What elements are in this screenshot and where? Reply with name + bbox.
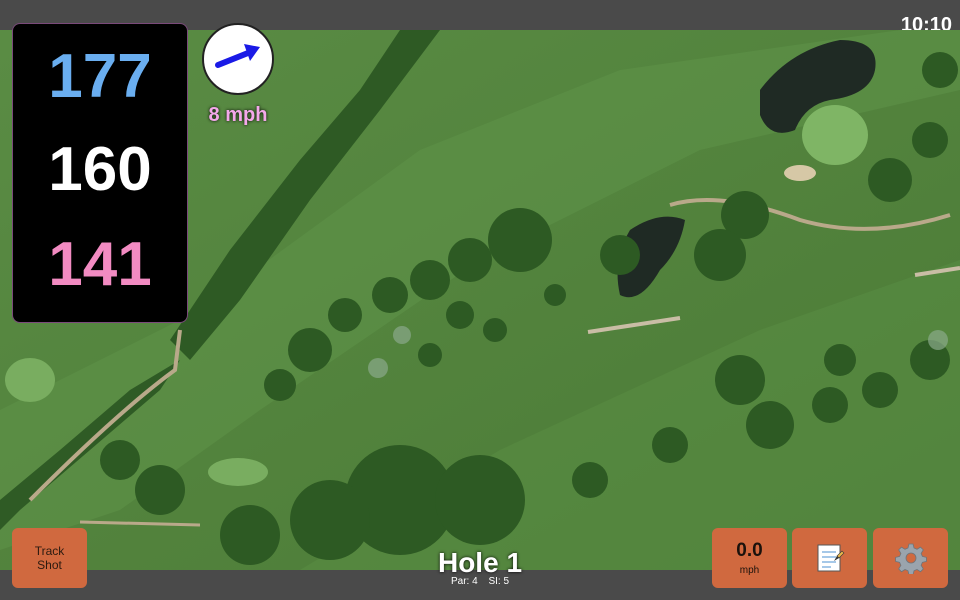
track-shot-label: Track Shot [34, 544, 65, 572]
wind-unit: mph [739, 564, 760, 576]
wind-speed-label: 8 mph [208, 104, 268, 126]
hole-info: Hole 1 Par: 4 SI: 5 [380, 548, 580, 587]
middle-of-green-distance: 160 [48, 135, 152, 204]
wind-speed-button[interactable]: 0.0 mph [712, 528, 787, 588]
track-shot-button[interactable]: Track Shot [12, 528, 87, 588]
notes-icon [817, 544, 844, 572]
hole-par: Par: 4 [450, 576, 478, 587]
scorecard-notes-button[interactable] [792, 528, 867, 588]
wind-direction-indicator [202, 23, 274, 95]
gear-icon [894, 543, 927, 574]
hole-title: Hole 1 [437, 547, 523, 578]
wind-value: 0.0 [736, 539, 763, 561]
hole-details: Par: 4 SI: 5 [380, 577, 580, 587]
front-of-green-distance: 141 [48, 230, 152, 299]
back-of-green-distance: 177 [48, 42, 152, 111]
hole-stroke-index: SI: 5 [488, 576, 510, 587]
distance-panel: 177 160 141 [12, 23, 188, 323]
settings-button[interactable] [873, 528, 948, 588]
wind-arrow-icon [215, 44, 260, 68]
